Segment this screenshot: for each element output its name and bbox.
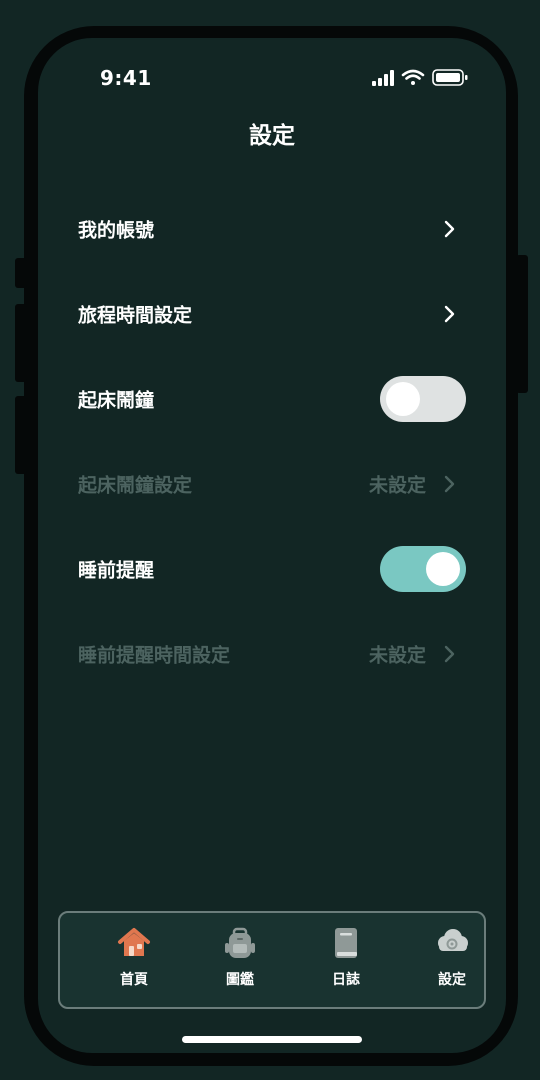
- bedtime-reminder-time-value: 未設定: [368, 644, 426, 666]
- volume-up-button: [15, 304, 27, 382]
- chevron-right-icon: [444, 220, 455, 237]
- backpack-icon: [225, 927, 255, 958]
- house-icon: [118, 928, 150, 956]
- wake-alarm-row: 起床鬧鐘: [38, 356, 506, 441]
- bedtime-reminder-time-label: 睡前提醒時間設定: [78, 644, 231, 666]
- power-button: [516, 255, 528, 393]
- silent-switch: [15, 258, 27, 288]
- wake-alarm-label: 起床鬧鐘: [78, 389, 155, 411]
- tab-home[interactable]: 首頁: [94, 913, 174, 1007]
- signal-icon: [372, 70, 394, 86]
- status-time: 9:41: [100, 66, 152, 90]
- home-indicator: [182, 1036, 362, 1043]
- bedtime-reminder-label: 睡前提醒: [78, 559, 155, 581]
- screen: 9:41 設定 我的帳號 旅程時間設定 起床鬧鐘 起床鬧鐘設定 未設定 睡前提醒…: [38, 38, 506, 1053]
- account-row[interactable]: 我的帳號: [38, 186, 506, 271]
- wake-alarm-settings-value: 未設定: [368, 474, 426, 496]
- tab-journal-label: 日誌: [332, 972, 360, 988]
- chevron-right-icon: [444, 305, 455, 322]
- toggle-knob: [426, 551, 460, 586]
- bedtime-reminder-time-row[interactable]: 睡前提醒時間設定 未設定: [38, 611, 506, 696]
- tab-collection-label: 圖鑑: [226, 972, 254, 988]
- tab-settings[interactable]: 設定: [412, 913, 492, 1007]
- wake-alarm-toggle[interactable]: [380, 375, 466, 422]
- tab-journal[interactable]: 日誌: [306, 913, 386, 1007]
- wake-alarm-settings-label: 起床鬧鐘設定: [78, 474, 193, 496]
- journey-time-row[interactable]: 旅程時間設定: [38, 271, 506, 356]
- battery-icon: [432, 69, 468, 86]
- journey-time-label: 旅程時間設定: [78, 304, 193, 326]
- tab-bar: 首頁 圖鑑 日誌 設定: [58, 911, 486, 1009]
- status-bar: 9:41: [38, 38, 506, 118]
- toggle-knob: [386, 381, 420, 416]
- book-icon: [335, 928, 357, 958]
- wake-alarm-settings-row[interactable]: 起床鬧鐘設定 未設定: [38, 441, 506, 526]
- bedtime-reminder-toggle[interactable]: [380, 545, 466, 592]
- chevron-right-icon: [444, 475, 455, 492]
- settings-list: 我的帳號 旅程時間設定 起床鬧鐘 起床鬧鐘設定 未設定 睡前提醒 睡前提醒時間設…: [38, 186, 506, 696]
- cloud-gear-icon: [438, 929, 468, 951]
- account-label: 我的帳號: [78, 219, 155, 241]
- bedtime-reminder-row: 睡前提醒: [38, 526, 506, 611]
- wifi-icon: [401, 69, 425, 85]
- status-icons: [372, 69, 468, 86]
- chevron-right-icon: [444, 645, 455, 662]
- tab-home-label: 首頁: [120, 972, 148, 988]
- volume-down-button: [15, 396, 27, 474]
- page-title: 設定: [249, 123, 295, 149]
- tab-collection[interactable]: 圖鑑: [200, 913, 280, 1007]
- tab-settings-label: 設定: [438, 972, 466, 988]
